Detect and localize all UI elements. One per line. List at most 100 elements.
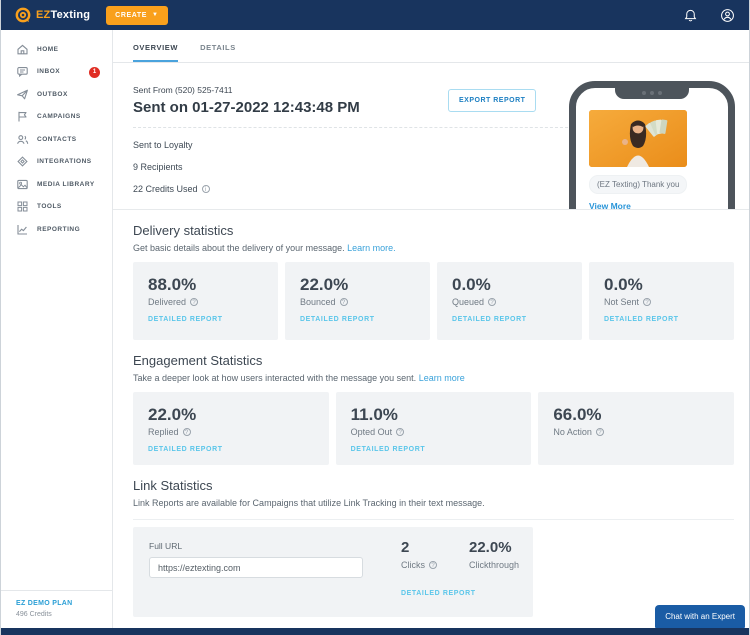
tab-details[interactable]: DETAILS	[200, 43, 236, 62]
help-icon[interactable]: ?	[643, 298, 651, 306]
stat-value: 22.0%	[300, 275, 422, 295]
credits-used-label: 22 Credits Used	[133, 184, 198, 194]
section-subtitle: Link Reports are available for Campaigns…	[133, 498, 734, 508]
help-icon[interactable]: ?	[396, 428, 404, 436]
clickthrough-label: Clickthrough	[469, 560, 519, 570]
sidebar-item-home[interactable]: HOME	[1, 38, 112, 61]
report-tabs: OVERVIEW DETAILS	[113, 30, 749, 63]
stat-value: 0.0%	[604, 275, 726, 295]
reporting-chart-icon	[16, 223, 29, 236]
detailed-report-link[interactable]: DETAILED REPORT	[351, 446, 524, 453]
media-image-icon	[16, 178, 29, 191]
help-icon[interactable]: ?	[190, 298, 198, 306]
phone-notch	[615, 87, 689, 99]
sidebar: HOME INBOX 1 OUTBOX CAMPAIGNS CONTACTS I…	[1, 30, 113, 628]
export-report-button[interactable]: EXPORT REPORT	[448, 89, 536, 112]
sidebar-item-media-library[interactable]: MEDIA LIBRARY	[1, 173, 112, 196]
sidebar-item-tools[interactable]: TOOLS	[1, 196, 112, 219]
stat-card-delivered: 88.0% Delivered? DETAILED REPORT	[133, 262, 278, 340]
inbox-unread-badge: 1	[89, 67, 100, 78]
clicks-label: Clicks?	[401, 560, 437, 570]
learn-more-link[interactable]: Learn more	[419, 373, 465, 383]
plan-footer: EZ DEMO PLAN 496 Credits	[1, 590, 112, 628]
section-subtitle: Take a deeper look at how users interact…	[133, 373, 734, 383]
help-icon[interactable]: ?	[596, 428, 604, 436]
detailed-report-link[interactable]: DETAILED REPORT	[452, 316, 574, 323]
chat-with-expert-button[interactable]: Chat with an Expert	[655, 605, 745, 628]
inbox-icon	[16, 65, 29, 78]
sidebar-item-reporting[interactable]: REPORTING	[1, 218, 112, 241]
account-avatar-icon[interactable]	[720, 8, 735, 23]
stat-value: 66.0%	[553, 405, 726, 425]
mms-message-text: (EZ Texting) Thank you	[589, 175, 687, 194]
section-title: Engagement Statistics	[133, 353, 734, 368]
stat-value: 0.0%	[452, 275, 574, 295]
sidebar-item-inbox[interactable]: INBOX 1	[1, 61, 112, 84]
help-icon[interactable]: ?	[488, 298, 496, 306]
top-navbar: EZTexting CREATE ▼	[1, 0, 749, 30]
main-content: OVERVIEW DETAILS Sent From (520) 525-741…	[113, 30, 749, 628]
sidebar-item-contacts[interactable]: CONTACTS	[1, 128, 112, 151]
link-statistics-section: Link Statistics Link Reports are availab…	[113, 465, 749, 508]
contacts-people-icon	[16, 133, 29, 146]
stat-value: 88.0%	[148, 275, 270, 295]
stat-label: No Action?	[553, 427, 726, 437]
integrations-icon	[16, 155, 29, 168]
eztexting-logo-icon	[15, 7, 31, 23]
full-url-input[interactable]	[149, 557, 363, 578]
stat-card-not-sent: 0.0% Not Sent? DETAILED REPORT	[589, 262, 734, 340]
stat-card-queued: 0.0% Queued? DETAILED REPORT	[437, 262, 582, 340]
help-icon[interactable]: ?	[429, 561, 437, 569]
stat-label: Replied?	[148, 427, 321, 437]
delivery-statistics-section: Delivery statistics Get basic details ab…	[113, 210, 749, 340]
plan-name-link[interactable]: EZ DEMO PLAN	[16, 600, 112, 607]
mms-image	[589, 110, 687, 167]
delivery-cards: 88.0% Delivered? DETAILED REPORT 22.0% B…	[133, 262, 734, 340]
woman-with-cash-illustration	[589, 110, 687, 167]
clickthrough-value: 22.0%	[469, 539, 519, 556]
info-icon[interactable]: i	[202, 185, 210, 193]
stat-label: Delivered?	[148, 297, 270, 307]
stat-value: 11.0%	[351, 405, 524, 425]
detailed-report-link[interactable]: DETAILED REPORT	[148, 316, 270, 323]
link-section-divider	[133, 519, 734, 520]
brand-logo[interactable]: EZTexting	[15, 7, 90, 23]
notifications-bell-icon[interactable]	[683, 8, 698, 23]
plan-credits: 496 Credits	[16, 611, 112, 618]
engagement-statistics-section: Engagement Statistics Take a deeper look…	[113, 340, 749, 465]
sidebar-item-integrations[interactable]: INTEGRATIONS	[1, 151, 112, 174]
sidebar-item-label: HOME	[37, 46, 59, 53]
detailed-report-link[interactable]: DETAILED REPORT	[148, 446, 321, 453]
brand-name: EZTexting	[36, 9, 90, 21]
view-more-link[interactable]: View More	[589, 201, 728, 209]
outbox-send-icon	[16, 88, 29, 101]
detailed-report-link[interactable]: DETAILED REPORT	[401, 590, 476, 597]
stat-label: Opted Out?	[351, 427, 524, 437]
detailed-report-link[interactable]: DETAILED REPORT	[604, 316, 726, 323]
create-button[interactable]: CREATE ▼	[106, 6, 167, 25]
sidebar-item-label: CONTACTS	[37, 136, 77, 143]
stat-value: 22.0%	[148, 405, 321, 425]
engagement-cards: 22.0% Replied? DETAILED REPORT 11.0% Opt…	[133, 392, 734, 465]
link-stats-card: Full URL 2 Clicks? 22.0% Clickthrough DE…	[133, 527, 533, 617]
phone-frame: (EZ Texting) Thank you View More	[569, 81, 735, 209]
stat-label: Bounced?	[300, 297, 422, 307]
help-icon[interactable]: ?	[340, 298, 348, 306]
clicks-stat: 2 Clicks?	[401, 539, 437, 570]
clicks-value: 2	[401, 539, 437, 556]
tab-overview[interactable]: OVERVIEW	[133, 43, 178, 62]
learn-more-link[interactable]: Learn more.	[347, 243, 396, 253]
sidebar-item-campaigns[interactable]: CAMPAIGNS	[1, 106, 112, 129]
sidebar-item-label: CAMPAIGNS	[37, 113, 81, 120]
stat-label: Not Sent?	[604, 297, 726, 307]
sidebar-item-label: TOOLS	[37, 203, 62, 210]
help-icon[interactable]: ?	[183, 428, 191, 436]
sidebar-item-outbox[interactable]: OUTBOX	[1, 83, 112, 106]
sidebar-item-label: MEDIA LIBRARY	[37, 181, 95, 188]
sidebar-item-label: INTEGRATIONS	[37, 158, 92, 165]
stat-label: Queued?	[452, 297, 574, 307]
detailed-report-link[interactable]: DETAILED REPORT	[300, 316, 422, 323]
section-title: Link Statistics	[133, 478, 734, 493]
section-subtitle: Get basic details about the delivery of …	[133, 243, 734, 253]
message-summary: Sent From (520) 525-7411 Sent on 01-27-2…	[113, 63, 749, 210]
